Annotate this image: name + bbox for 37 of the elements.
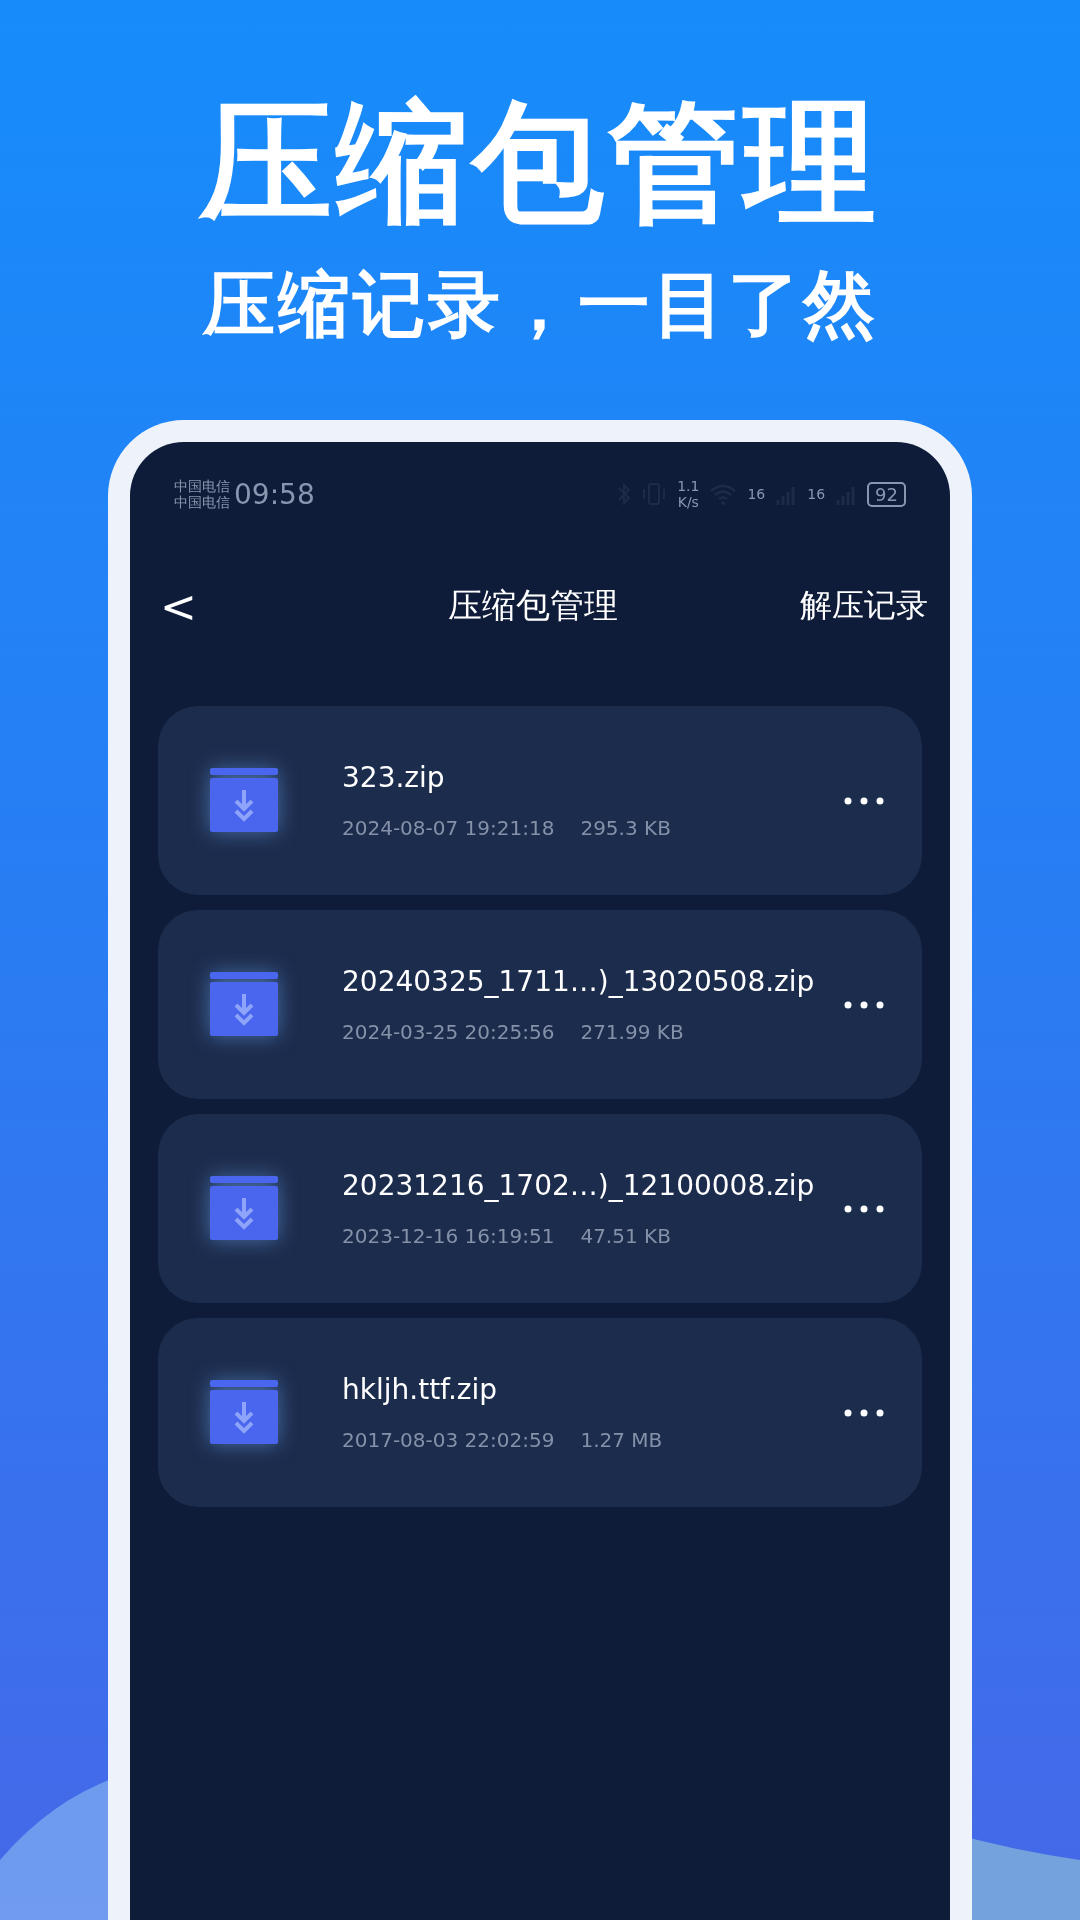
file-name: hkljh.ttf.zip (342, 1373, 499, 1407)
page-title: 压缩包管理 (447, 584, 620, 628)
headline: 压缩包管理 (200, 90, 880, 236)
file-date: 2023-12-16 16:19:51 (342, 1224, 555, 1249)
more-icon (844, 1204, 884, 1213)
file-card[interactable]: 20231216_1702…)_12100008.zip 2023-12-16 16:19:51 47.51 KB (158, 1114, 922, 1304)
more-icon (844, 1000, 884, 1009)
back-button[interactable]: < (160, 580, 197, 632)
file-card[interactable]: 323.zip 2024-08-07 19:21:18 295.3 KB (158, 706, 922, 896)
file-name: 20240325_1711…)_13020508.zip (342, 965, 816, 999)
file-name: 323.zip (342, 761, 446, 795)
more-icon (844, 796, 884, 805)
signal-label: 16 (807, 486, 826, 503)
archive-download-icon (208, 1379, 280, 1446)
archive-download-icon (208, 971, 280, 1038)
file-date: 2024-03-25 20:25:56 (342, 1020, 555, 1045)
archive-download-icon (208, 767, 280, 834)
more-icon (844, 1408, 884, 1417)
file-card[interactable]: 20240325_1711…)_13020508.zip 2024-03-25 20:25:56 271.99 KB (158, 910, 922, 1100)
subheadline: 压缩记录，一目了然 (202, 265, 878, 345)
file-size: 295.3 KB (580, 816, 671, 841)
carrier-label: 中国电信 (174, 478, 230, 495)
file-size: 271.99 KB (580, 1020, 684, 1045)
network-speed: K/s (677, 494, 699, 511)
status-time: 09:58 (234, 477, 315, 511)
signal-label: 16 (747, 486, 766, 503)
file-size: 47.51 KB (580, 1224, 671, 1249)
network-speed: 1.1 (677, 478, 700, 495)
file-size: 1.27 MB (580, 1428, 663, 1453)
file-date: 2017-08-03 22:02:59 (342, 1428, 555, 1453)
carrier-label: 中国电信 (174, 494, 230, 511)
file-name: 20231216_1702…)_12100008.zip (342, 1169, 816, 1203)
extract-history-link[interactable]: 解压记录 (800, 584, 928, 629)
file-card[interactable]: hkljh.ttf.zip 2017-08-03 22:02:59 1.27 MB (158, 1318, 922, 1508)
archive-download-icon (208, 1175, 280, 1242)
file-date: 2024-08-07 19:21:18 (342, 816, 555, 841)
battery-level: 92 (867, 481, 906, 507)
